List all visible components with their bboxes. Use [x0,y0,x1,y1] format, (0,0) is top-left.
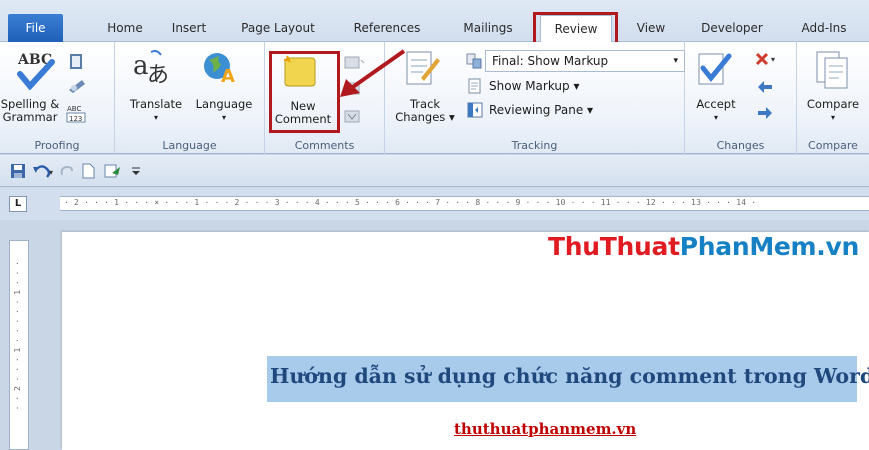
review-tab-highlight [533,12,618,46]
group-label-comments: Comments [294,139,355,152]
tab-selector[interactable]: L [9,196,27,212]
group-compare: Compare ▾ Compare [797,42,869,154]
compare-icon [815,50,851,93]
horizontal-ruler[interactable]: · 2 · · · 1 · · · ⨯ · · · 1 · · · 2 · · … [60,196,869,211]
translate-icon: aあ [131,48,171,93]
reviewing-pane-button[interactable]: Reviewing Pane ▾ [489,100,593,120]
pointer-arrow-icon [340,49,406,97]
group-label-tracking: Tracking [511,139,558,152]
reject-icon[interactable]: ▾ [753,50,779,73]
show-markup-icon [467,78,483,97]
ribbon-tab-bar: File Home Insert Page Layout References … [0,0,869,43]
translate-dropdown-arrow: ▾ [153,113,158,122]
tab-view[interactable]: View [622,15,680,42]
customize-toolbar-icon[interactable] [130,163,142,182]
research-icon[interactable] [66,52,88,75]
compare-label: Compare [806,97,860,111]
group-label-changes: Changes [716,139,765,152]
group-tracking: Track Changes ▾ Final: Show Markup ▾ Sho… [385,42,685,154]
language-dropdown-arrow: ▾ [221,113,226,122]
quick-access-toolbar: ▾ [0,155,869,187]
svg-text:123: 123 [69,115,82,123]
tab-developer[interactable]: Developer [690,15,774,42]
svg-text:A: A [221,66,235,87]
tab-insert[interactable]: Insert [160,15,218,42]
compare-dropdown-arrow: ▾ [830,113,835,122]
accept-dropdown-arrow: ▾ [713,113,718,122]
translate-button[interactable]: Translate ▾ [125,98,187,124]
horizontal-ruler-marks: · 2 · · · 1 · · · ⨯ · · · 1 · · · 2 · · … [64,198,757,207]
language-icon: A [201,48,241,93]
spelling-label-line2: Grammar [2,110,58,124]
document-link[interactable]: thuthuatphanmem.vn [454,420,636,438]
new-document-icon[interactable] [80,163,96,182]
save-icon[interactable] [10,163,26,182]
track-changes-label-line2: Changes ▾ [395,110,455,124]
tab-references[interactable]: References [337,15,437,42]
svg-text:ABC: ABC [67,105,81,113]
redo-icon[interactable] [58,163,74,182]
tab-page-layout[interactable]: Page Layout [228,15,328,42]
document-page[interactable]: ThuThuatPhanMem.vn Hướng dẫn sử dụng chứ… [62,232,869,450]
display-for-review-dropdown[interactable]: Final: Show Markup ▾ [485,50,685,72]
watermark-part2: PhanMem.vn [679,232,860,261]
send-icon[interactable] [104,163,122,182]
word-count-icon[interactable]: ABC 123 [66,102,88,127]
next-change-icon[interactable] [755,104,775,125]
tab-file[interactable]: File [8,14,63,42]
compare-button[interactable]: Compare ▾ [799,98,867,124]
group-changes: Accept ▾ ▾ Changes [685,42,797,154]
tab-mailings[interactable]: Mailings [448,15,528,42]
document-title-selected[interactable]: Hướng dẫn sử dụng chức năng comment tron… [267,356,869,402]
svg-text:あ: あ [147,63,169,88]
dropdown-arrow-icon: ▾ [673,56,678,66]
spelling-grammar-button[interactable]: Spelling & Grammar [0,98,60,124]
svg-text:▾: ▾ [49,168,53,177]
ribbon: ABC Spelling & Grammar ABC 123 Proofing a… [0,42,869,154]
undo-icon[interactable]: ▾ [32,163,56,182]
accept-label: Accept [696,97,736,111]
watermark: ThuThuatPhanMem.vn [548,232,859,261]
display-for-review-value: Final: Show Markup [492,54,609,68]
language-label: Language [195,97,253,111]
watermark-part1: ThuThuat [548,232,680,261]
horizontal-ruler-row: L · 2 · · · 1 · · · ⨯ · · · 1 · · · 2 · … [0,188,869,220]
next-comment-icon[interactable] [343,108,365,129]
reviewing-pane-label: Reviewing Pane [489,103,584,117]
svg-text:▾: ▾ [771,55,775,64]
vertical-ruler-marks: · · 2 · · · 1 · · · · · 1 · · · [13,261,22,411]
translate-label: Translate [129,97,183,111]
accept-button[interactable]: Accept ▾ [687,98,745,124]
group-label-language: Language [162,139,217,152]
reviewing-pane-icon [467,102,483,121]
spelling-icon: ABC [14,48,58,93]
group-label-proofing: Proofing [34,139,80,152]
accept-icon [695,50,735,93]
vertical-ruler[interactable]: · · 2 · · · 1 · · · · · 1 · · · [9,240,29,450]
language-button[interactable]: Language ▾ [191,98,257,124]
tab-home[interactable]: Home [98,15,152,42]
tab-add-ins[interactable]: Add-Ins [788,15,860,42]
group-proofing: ABC Spelling & Grammar ABC 123 Proofing [0,42,115,154]
show-markup-label: Show Markup [489,79,570,93]
display-for-review-icon [465,52,483,73]
group-label-compare: Compare [808,139,858,152]
thesaurus-icon[interactable] [66,76,88,99]
show-markup-button[interactable]: Show Markup ▾ [489,76,579,96]
previous-change-icon[interactable] [755,78,775,99]
track-changes-label-text: Changes [395,110,446,124]
group-language: aあ Translate ▾ A Language ▾ Language [115,42,265,154]
